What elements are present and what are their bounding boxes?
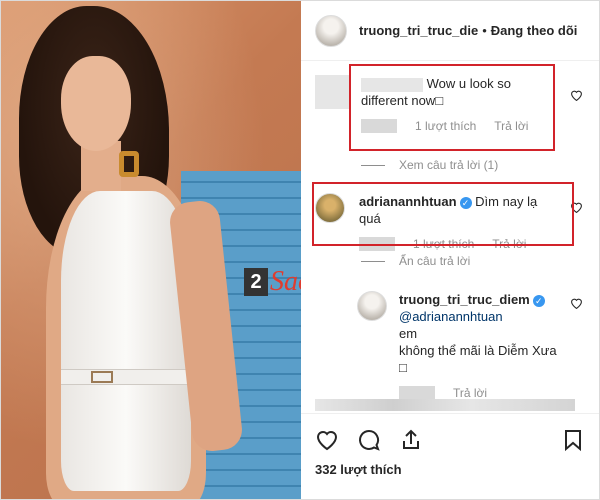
- highlight-box: [349, 64, 555, 151]
- like-comment-icon[interactable]: [570, 89, 583, 104]
- follow-status-button[interactable]: Đang theo dõi: [491, 23, 578, 38]
- reply-text: truong_tri_truc_diem ✓ @adrianannhtuan em…: [399, 291, 569, 376]
- watermark-number: 2: [244, 268, 268, 296]
- photo-face: [61, 56, 131, 151]
- bookmark-icon[interactable]: [561, 428, 585, 452]
- reply-meta: Trả lời: [399, 386, 569, 400]
- timestamp-blurred: [399, 386, 435, 400]
- reply-button[interactable]: Trả lời: [453, 386, 487, 400]
- author-avatar[interactable]: [315, 14, 347, 47]
- comment-icon[interactable]: [357, 428, 381, 452]
- post-side-panel: truong_tri_truc_die • Đang theo dõi Wow …: [301, 1, 599, 499]
- reply-body-line2: không thể mãi là Diễm Xưa: [399, 343, 557, 358]
- view-replies-toggle[interactable]: Xem câu trả lời (1): [361, 158, 498, 172]
- commenter-avatar-blurred: [315, 75, 349, 109]
- emoji-placeholder: □: [399, 360, 407, 375]
- hide-replies-toggle[interactable]: Ẩn câu trả lời: [361, 254, 470, 268]
- author-username[interactable]: truong_tri_truc_die: [359, 23, 478, 38]
- header-separator: •: [482, 23, 487, 38]
- toggle-label: Xem câu trả lời (1): [399, 158, 499, 172]
- action-row: [315, 428, 423, 452]
- post-actions: 332 lượt thích: [301, 413, 599, 499]
- photo-earring: [119, 151, 139, 177]
- toggle-line: [361, 164, 385, 166]
- toggle-label: Ẩn câu trả lời: [399, 254, 471, 268]
- reply-username[interactable]: truong_tri_truc_diem: [399, 292, 530, 307]
- likes-count[interactable]: 332 lượt thích: [315, 462, 402, 477]
- post-header: truong_tri_truc_die • Đang theo dõi: [301, 1, 599, 61]
- highlight-box: [312, 182, 574, 246]
- reply-body-line1: em: [399, 326, 418, 341]
- reply-item: truong_tri_truc_diem ✓ @adrianannhtuan em…: [357, 291, 577, 400]
- share-icon[interactable]: [399, 428, 423, 452]
- heart-icon[interactable]: [315, 428, 339, 452]
- mention-link[interactable]: @adrianannhtuan: [399, 309, 503, 324]
- photo-belt: [61, 369, 191, 385]
- verified-badge-icon: ✓: [532, 294, 545, 307]
- photo-buckle: [91, 371, 113, 383]
- like-comment-icon[interactable]: [570, 297, 583, 312]
- toggle-line: [361, 260, 385, 262]
- post-photo[interactable]: [1, 1, 301, 499]
- reply-author-avatar[interactable]: [357, 291, 387, 321]
- next-comment-blurred: [315, 399, 575, 411]
